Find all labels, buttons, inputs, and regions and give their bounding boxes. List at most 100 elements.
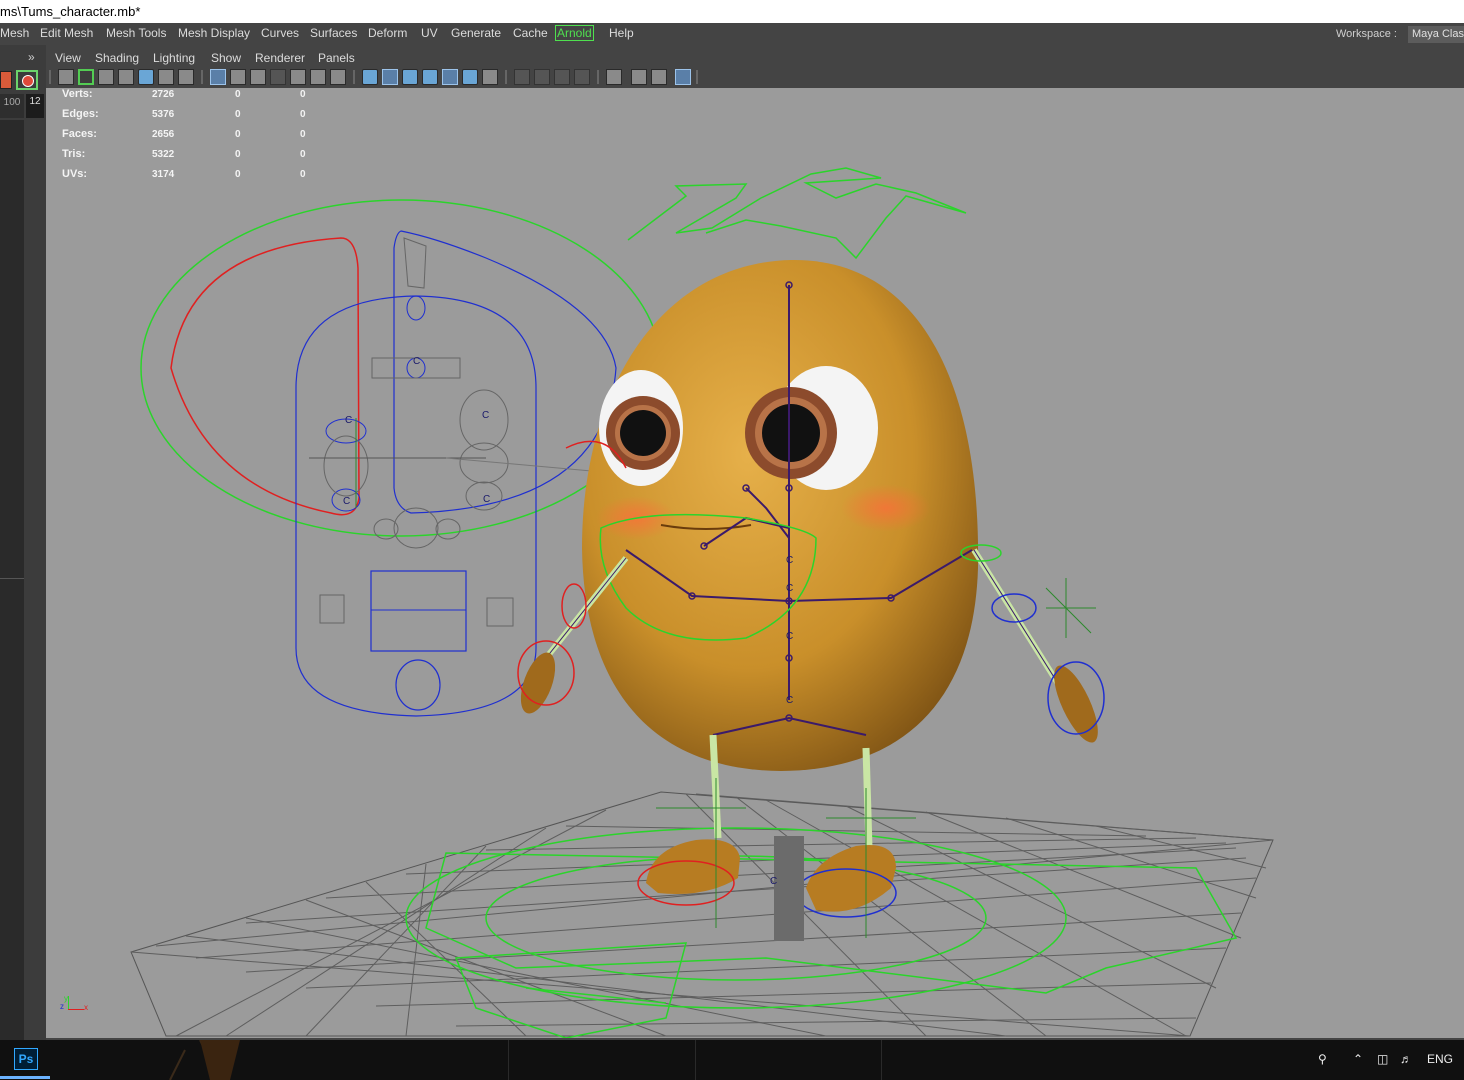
- hud-value: 0: [300, 89, 306, 100]
- collapse-chevron-icon[interactable]: »: [28, 50, 35, 64]
- svg-text:C: C: [343, 496, 350, 507]
- taskbar-thumbnail[interactable]: [140, 1040, 300, 1080]
- lock-camera-icon[interactable]: [98, 69, 114, 85]
- main-menu-bar: Mesh Edit Mesh Mesh Tools Mesh Display C…: [0, 23, 1464, 45]
- right-arm: [960, 544, 1105, 743]
- multisample-aa-icon[interactable]: [534, 69, 550, 85]
- xray-active-icon[interactable]: [631, 69, 647, 85]
- menu-uv[interactable]: UV: [421, 26, 438, 40]
- gate-mask-icon[interactable]: [230, 69, 246, 85]
- panel-menu-show[interactable]: Show: [211, 51, 241, 65]
- camera-icon[interactable]: [58, 69, 74, 85]
- toolbar-separator: [696, 70, 698, 84]
- hud-value: 5322: [152, 149, 175, 160]
- photoshop-icon[interactable]: Ps: [14, 1048, 38, 1070]
- xray-icon[interactable]: [402, 69, 418, 85]
- current-frame-field[interactable]: 12: [26, 94, 44, 118]
- taskbar-divider: [881, 1040, 882, 1080]
- left-eye: [599, 370, 683, 486]
- head-arrow-control: [627, 167, 967, 260]
- menu-curves[interactable]: Curves: [261, 26, 299, 40]
- left-dock-divider: [0, 578, 24, 579]
- wireframe-icon[interactable]: [310, 69, 326, 85]
- hud-value: 0: [300, 149, 306, 160]
- field-chart-icon[interactable]: [250, 69, 266, 85]
- screen-space-ao-icon[interactable]: [482, 69, 498, 85]
- toolbar-separator: [353, 70, 355, 84]
- speaker-icon[interactable]: ♬: [1400, 1052, 1412, 1066]
- panel-toolbar: [46, 67, 1464, 88]
- left-dock-panel: [0, 120, 24, 1040]
- svg-text:C: C: [345, 415, 352, 426]
- wireframe-on-shaded-icon[interactable]: [362, 69, 378, 85]
- hud-value: 2726: [152, 89, 175, 100]
- hud-value: 0: [235, 149, 241, 160]
- lighting-icon[interactable]: [442, 69, 458, 85]
- frame-start-field[interactable]: 100: [0, 94, 24, 118]
- default-material-icon[interactable]: [382, 69, 398, 85]
- shadows-icon[interactable]: [462, 69, 478, 85]
- panel-menu-lighting[interactable]: Lighting: [153, 51, 195, 65]
- menu-cache[interactable]: Cache: [513, 26, 548, 40]
- resolution-gate-icon[interactable]: [210, 69, 226, 85]
- image-plane-icon[interactable]: [138, 69, 154, 85]
- isolate-icon[interactable]: [574, 69, 590, 85]
- menu-arnold[interactable]: Arnold: [555, 25, 594, 41]
- title-bar: ms\Tums_character.mb*: [0, 0, 1464, 23]
- toolbar-separator: [49, 70, 51, 84]
- panel-menu-view[interactable]: View: [55, 51, 81, 65]
- motion-blur-icon[interactable]: [514, 69, 530, 85]
- safe-action-icon[interactable]: [270, 69, 286, 85]
- render-tool-icon[interactable]: [16, 70, 38, 90]
- svg-text:C: C: [770, 876, 777, 887]
- xray-joints-icon[interactable]: [606, 69, 622, 85]
- panel-menu-renderer[interactable]: Renderer: [255, 51, 305, 65]
- select-camera-icon[interactable]: [78, 69, 94, 85]
- svg-text:C: C: [786, 583, 793, 594]
- menu-mesh-tools[interactable]: Mesh Tools: [106, 26, 166, 40]
- chevron-up-icon[interactable]: ⌃: [1353, 1052, 1363, 1066]
- language-indicator[interactable]: ENG: [1427, 1052, 1453, 1066]
- grid-icon[interactable]: [158, 69, 174, 85]
- menu-mesh[interactable]: Mesh: [0, 26, 29, 40]
- svg-text:C: C: [786, 631, 793, 642]
- menu-help[interactable]: Help: [609, 26, 634, 40]
- toolbar-separator: [597, 70, 599, 84]
- axis-x-label: x: [84, 1003, 88, 1012]
- menu-generate[interactable]: Generate: [451, 26, 501, 40]
- people-icon[interactable]: ⚲: [1318, 1052, 1327, 1066]
- menu-edit-mesh[interactable]: Edit Mesh: [40, 26, 93, 40]
- axis-z-label: z: [60, 1002, 64, 1011]
- workspace-label: Workspace :: [1336, 28, 1397, 40]
- svg-text:C: C: [413, 356, 420, 367]
- menu-deform[interactable]: Deform: [368, 26, 407, 40]
- safe-title-icon[interactable]: [290, 69, 306, 85]
- svg-text:C: C: [482, 410, 489, 421]
- menu-mesh-display[interactable]: Mesh Display: [178, 26, 250, 40]
- panel-menu-panels[interactable]: Panels: [318, 51, 355, 65]
- panel-menu-shading[interactable]: Shading: [95, 51, 139, 65]
- isolate-select-icon[interactable]: [422, 69, 438, 85]
- hud-value: 3174: [152, 169, 175, 180]
- network-icon[interactable]: ◫: [1377, 1052, 1388, 1066]
- hud-label: Tris:: [62, 148, 86, 160]
- hud-value: 0: [235, 169, 241, 180]
- taskbar-divider: [508, 1040, 509, 1080]
- smooth-shade-icon[interactable]: [330, 69, 346, 85]
- svg-text:C: C: [786, 695, 793, 706]
- axis-gizmo: y z x: [60, 994, 92, 1016]
- depth-of-field-icon[interactable]: [554, 69, 570, 85]
- film-gate-icon[interactable]: [178, 69, 194, 85]
- shelf-tool-icon[interactable]: [0, 71, 12, 89]
- panel-menu-bar: View Shading Lighting Show Renderer Pane…: [46, 49, 1464, 67]
- workspace-select[interactable]: Maya Clas: [1408, 26, 1464, 43]
- window-title: ms\Tums_character.mb*: [0, 4, 141, 19]
- hud-value: 0: [300, 109, 306, 120]
- hud-icon[interactable]: [675, 69, 691, 85]
- viewport-3d[interactable]: C C C C C C C C C C Verts: 2726 0 0 Edges: 537…: [46, 88, 1464, 1038]
- menu-surfaces[interactable]: Surfaces: [310, 26, 357, 40]
- hud-label: Faces:: [62, 128, 97, 140]
- bookmark-icon[interactable]: [118, 69, 134, 85]
- hud-value: 0: [235, 109, 241, 120]
- hud-toggle-icon[interactable]: [651, 69, 667, 85]
